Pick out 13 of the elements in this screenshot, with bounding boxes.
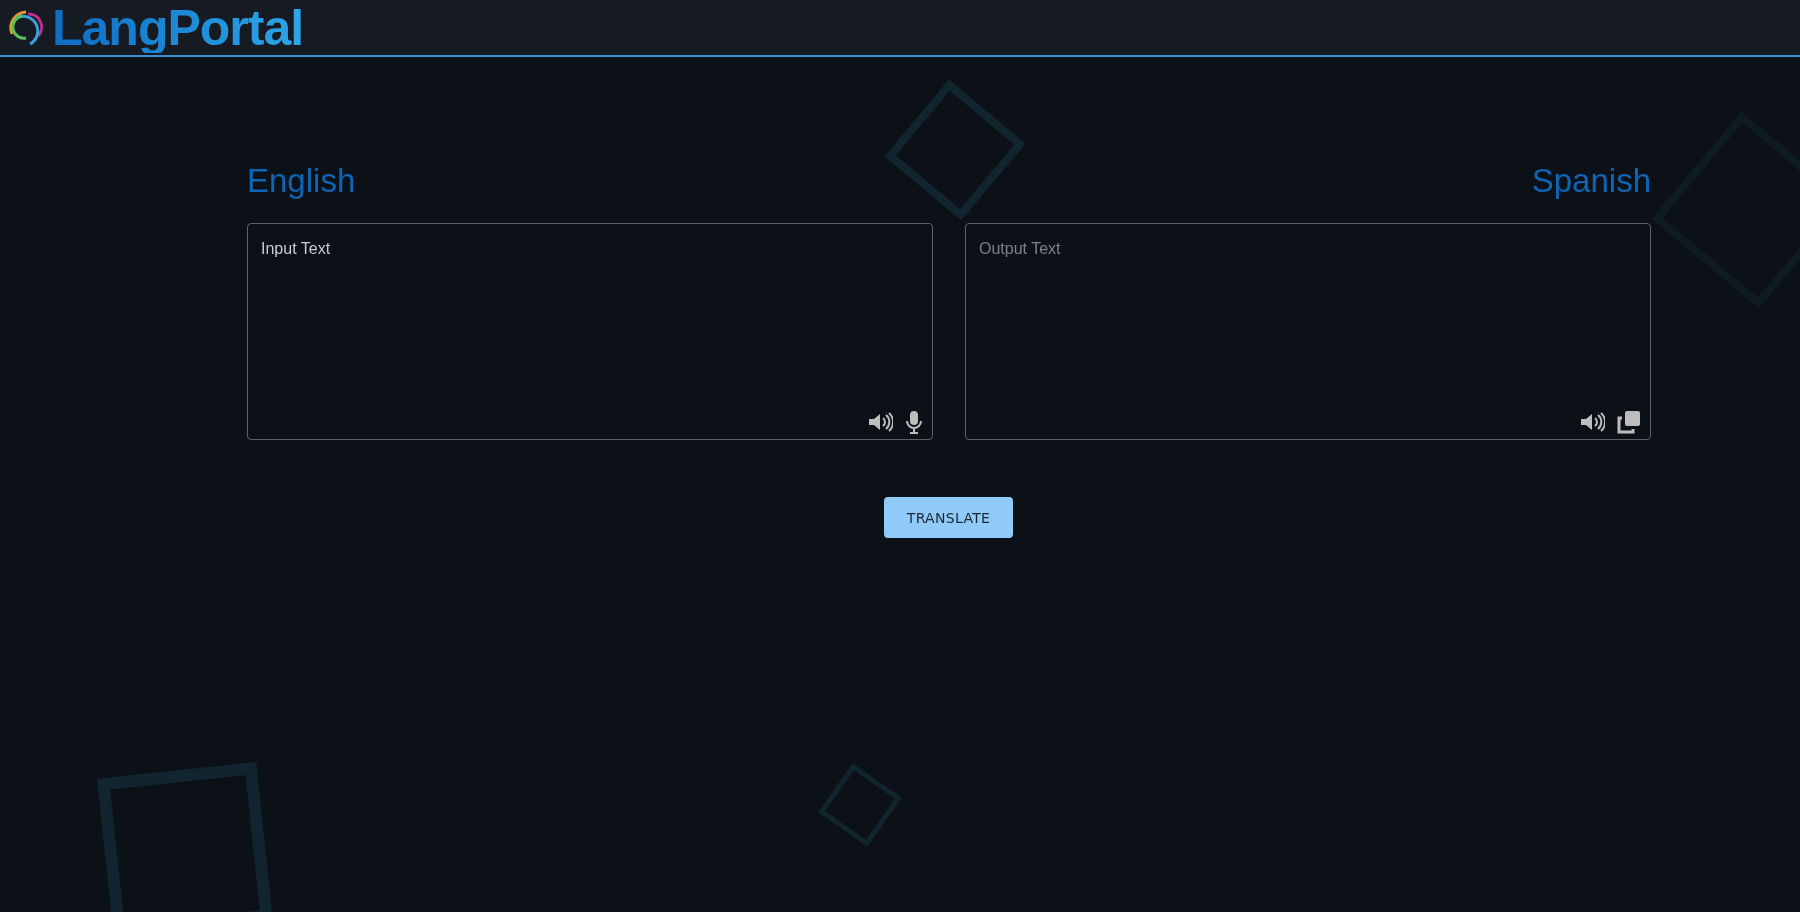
translate-button[interactable]: TRANSLATE bbox=[884, 497, 1013, 538]
input-field[interactable]: Input Text bbox=[247, 223, 933, 440]
copy-button[interactable] bbox=[1617, 410, 1641, 434]
speaker-icon bbox=[1579, 411, 1605, 433]
microphone-button[interactable] bbox=[905, 410, 923, 434]
speaker-icon bbox=[867, 411, 893, 433]
speaker-button[interactable] bbox=[867, 411, 893, 433]
source-language-label: English bbox=[247, 161, 356, 201]
copy-icon bbox=[1617, 410, 1641, 434]
target-language-label: Spanish bbox=[1531, 161, 1651, 201]
output-field[interactable]: Output Text bbox=[965, 223, 1651, 440]
microphone-icon bbox=[905, 410, 923, 434]
speaker-button[interactable] bbox=[1579, 411, 1605, 433]
